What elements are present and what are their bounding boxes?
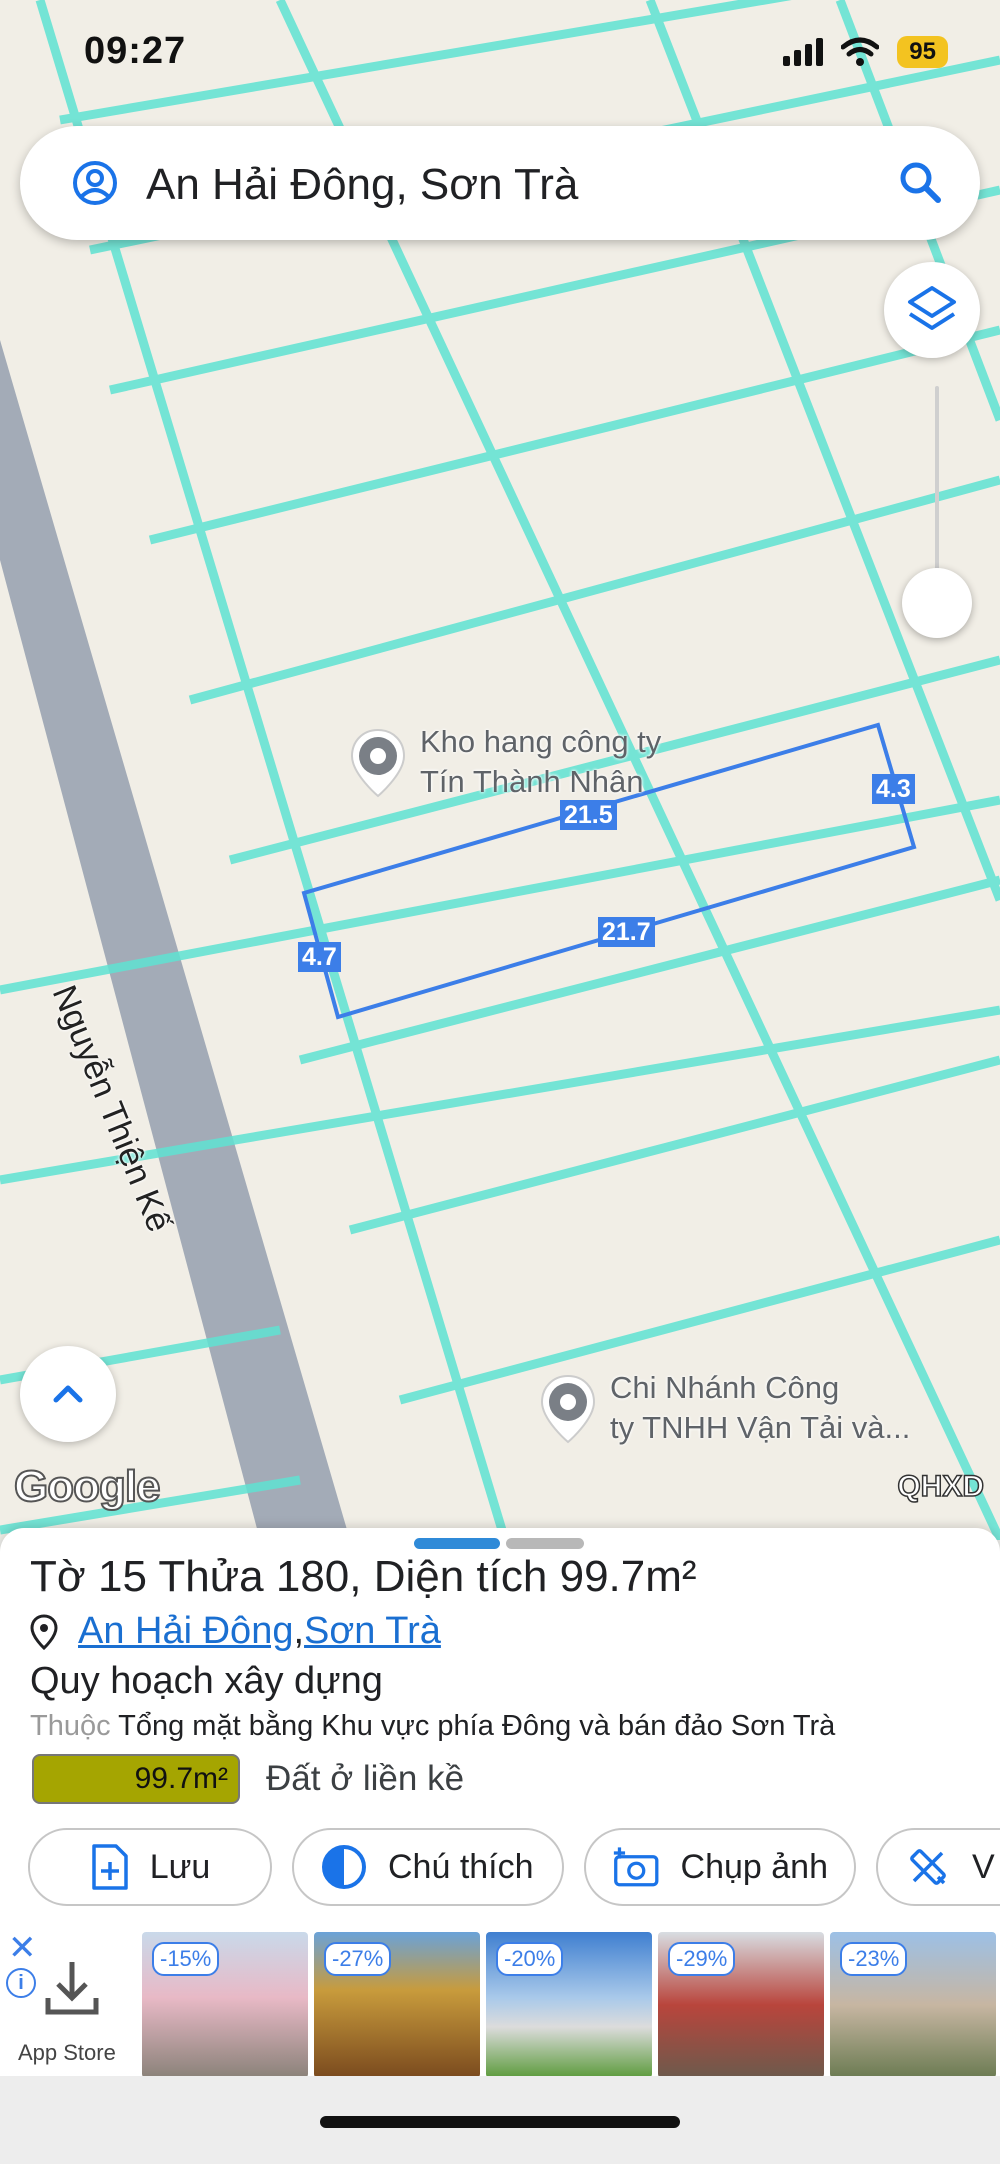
plan-heading: Quy hoạch xây dựng	[30, 1660, 383, 1702]
ruler-pencil-icon	[910, 1849, 946, 1885]
contrast-icon	[322, 1845, 366, 1889]
district-link[interactable]: Sơn Trà	[304, 1610, 441, 1653]
battery-indicator: 95	[897, 36, 948, 68]
overlay-label: QHXD	[897, 1469, 985, 1504]
account-icon[interactable]	[72, 160, 118, 206]
action-chips: Lưu Chú thích Chụp ảnh V	[28, 1828, 1000, 1906]
google-attribution: Google	[13, 1461, 162, 1512]
expand-button[interactable]	[20, 1346, 116, 1442]
search-icon[interactable]	[898, 160, 942, 204]
parcel-title: Tờ 15 Thửa 180, Diện tích 99.7m²	[30, 1552, 697, 1602]
home-indicator-area	[0, 2076, 1000, 2164]
layers-button[interactable]	[884, 262, 980, 358]
poi-label: Chi Nhánh Công ty TNHH Vận Tải và...	[610, 1370, 911, 1445]
ad-thumbnail[interactable]: -15%	[142, 1932, 308, 2078]
ad-thumbnail[interactable]: -27%	[314, 1932, 480, 2078]
ad-thumbnail[interactable]: -23%	[830, 1932, 996, 2078]
take-photo-label: Chụp ảnh	[680, 1847, 828, 1886]
belongs-text: Tổng mặt bằng Khu vực phía Đông và bán đ…	[110, 1710, 836, 1742]
dim-top: 21.5	[560, 800, 617, 830]
search-bar[interactable]: An Hải Đông, Sơn Trà	[20, 126, 980, 240]
wifi-icon	[841, 37, 880, 66]
poi-label: Kho hang công ty Tín Thành Nhân	[420, 724, 662, 799]
status-bar: 09:27 95	[0, 0, 1000, 110]
sheet-number: 15	[97, 1552, 147, 1601]
sheet-prefix: Tờ	[30, 1552, 98, 1601]
location-pin-icon	[30, 1613, 58, 1650]
search-input[interactable]: An Hải Đông, Sơn Trà	[146, 160, 578, 210]
dim-bottom: 21.7	[598, 917, 655, 947]
dim-right: 4.3	[872, 774, 915, 804]
belongs-prefix: Thuộc	[30, 1710, 111, 1742]
land-type: Đất ở liền kề	[266, 1759, 465, 1798]
place-pin-icon	[350, 728, 406, 798]
file-add-icon	[91, 1844, 128, 1890]
ad-thumbnail[interactable]: -29%	[658, 1932, 824, 2078]
download-icon	[45, 1962, 99, 2015]
plot-number: 180	[275, 1552, 350, 1601]
poi-transport-branch[interactable]: Chi Nhánh Công ty TNHH Vận Tải và...	[538, 1370, 910, 1448]
cellular-signal-icon	[783, 38, 824, 66]
measure-label: V	[972, 1847, 995, 1886]
save-button[interactable]: Lưu	[28, 1828, 272, 1906]
take-photo-button[interactable]: Chụp ảnh	[584, 1828, 856, 1906]
land-area-swatch: 99.7m²	[32, 1754, 240, 1804]
camera-add-icon	[613, 1847, 659, 1887]
area-prefix: , Diện tích	[349, 1552, 560, 1601]
poi-warehouse[interactable]: Kho hang công ty Tín Thành Nhân	[348, 724, 661, 802]
sheet-handle-active[interactable]	[414, 1538, 500, 1549]
discount-badge: -29%	[668, 1942, 736, 1976]
save-label: Lưu	[149, 1847, 211, 1886]
ad-banner[interactable]: ✕ i App Store -15% -27% -20% -29% -23%	[0, 1924, 1000, 2078]
info-icon[interactable]: i	[6, 1968, 36, 1998]
plot-prefix: Thửa	[146, 1552, 276, 1601]
sheet-handle[interactable]	[506, 1538, 584, 1549]
ward-link[interactable]: An Hải Đông	[78, 1610, 293, 1653]
home-indicator[interactable]	[320, 2116, 680, 2128]
area-unit: m²	[645, 1552, 697, 1601]
legend-button[interactable]: Chú thích	[292, 1828, 564, 1906]
ad-thumbnail[interactable]: -20%	[486, 1932, 652, 2078]
discount-badge: -27%	[324, 1942, 392, 1976]
store-label: App Store	[18, 2040, 116, 2065]
legend-label: Chú thích	[388, 1847, 534, 1886]
chevron-up-icon	[53, 1385, 83, 1403]
opacity-slider-thumb[interactable]	[902, 568, 972, 638]
layers-icon	[908, 286, 956, 330]
measure-button[interactable]: V	[876, 1828, 1000, 1906]
location-separator: ,	[293, 1610, 305, 1652]
discount-badge: -20%	[496, 1942, 564, 1976]
close-icon[interactable]: ✕	[8, 1928, 37, 1968]
discount-badge: -23%	[840, 1942, 908, 1976]
dim-left: 4.7	[298, 942, 341, 972]
area-value: 99.7	[559, 1552, 646, 1601]
status-time: 09:27	[84, 30, 187, 72]
place-pin-icon	[540, 1374, 596, 1444]
parcel-location: An Hải Đông, Sơn Trà	[30, 1610, 441, 1653]
land-use-row: 99.7m² Đất ở liền kề	[32, 1754, 464, 1804]
plan-belongs: Thuộc Tổng mặt bằng Khu vực phía Đông và…	[30, 1710, 835, 1743]
discount-badge: -15%	[152, 1942, 220, 1976]
